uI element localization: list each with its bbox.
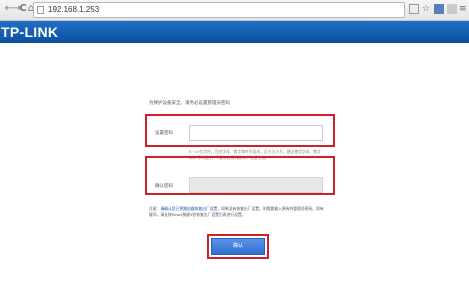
address-url: 192.168.1.253 xyxy=(48,5,100,14)
intro-text: 为保护设备安全，请务必设置管理员密码 xyxy=(149,101,230,106)
extension-icon[interactable] xyxy=(434,4,444,14)
address-bar[interactable]: 192.168.1.253 xyxy=(33,2,405,18)
translate-icon[interactable] xyxy=(409,4,419,14)
brand-header: TP-LINK xyxy=(0,21,469,43)
tp-link-logo: TP-LINK xyxy=(1,24,59,40)
notice-link[interactable]: 请确认您已将路由器恢复出厂设置 xyxy=(160,206,217,211)
password-input[interactable] xyxy=(189,125,323,141)
password-label: 设置密码 xyxy=(155,131,173,136)
confirm-password-input[interactable] xyxy=(189,177,323,193)
login-panel: 为保护设备安全，请务必设置管理员密码 设置密码 6~15位字符，可由字母、数字和… xyxy=(145,96,335,266)
notice-prefix: 注意： xyxy=(149,206,161,211)
star-icon[interactable]: ☆ xyxy=(422,3,430,15)
confirm-button[interactable]: 确认 xyxy=(211,238,265,255)
page-icon xyxy=(37,6,44,14)
browser-toolbar: ← → C ⌂ 192.168.1.253 ☆ ≡ xyxy=(0,0,469,21)
confirm-password-label: 确认密码 xyxy=(155,184,173,189)
router-setup-page: ← → C ⌂ 192.168.1.253 ☆ ≡ TP-LINK 为保护设备安… xyxy=(0,0,469,300)
notice-text: 注意：请确认您已将路由器恢复出厂设置，如果没有恢复出厂设置，则需要输入原有的管理… xyxy=(149,206,325,218)
profile-icon[interactable] xyxy=(447,4,457,14)
menu-icon[interactable]: ≡ xyxy=(459,3,467,15)
